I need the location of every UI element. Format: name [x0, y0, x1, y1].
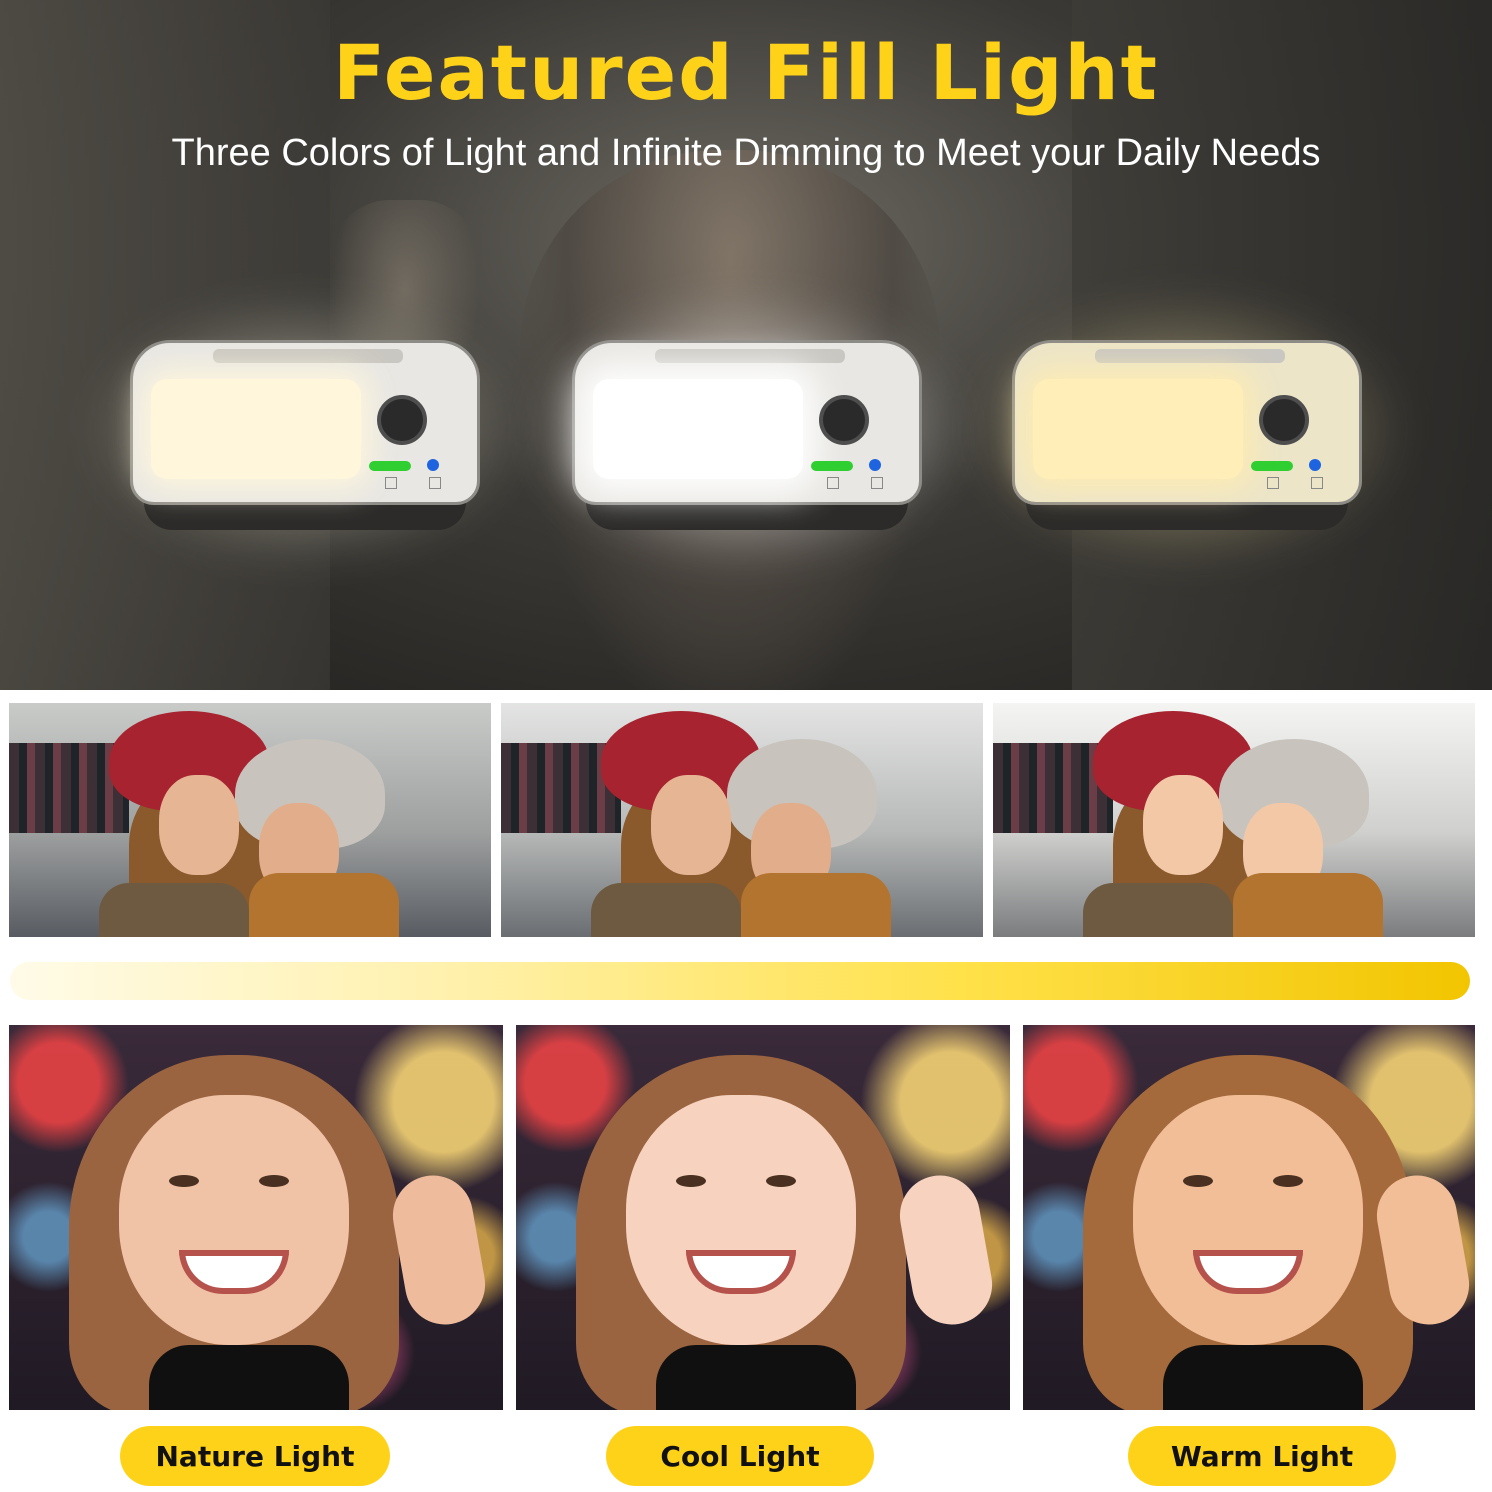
lamp-natural [80, 290, 530, 570]
lamp-power-button [1251, 461, 1293, 471]
photo-two-women-warm [993, 703, 1475, 937]
lamp-warm [962, 290, 1412, 570]
lamp-body [572, 340, 922, 505]
lamp-power-button [369, 461, 411, 471]
lamp-sensor-icon [819, 395, 869, 445]
label-warm-light: Warm Light [1128, 1426, 1396, 1486]
lamp-mode-b-icon [871, 477, 883, 489]
photo-two-women-natural [9, 703, 491, 937]
lamp-cool [522, 290, 972, 570]
label-nature-light: Nature Light [120, 1426, 390, 1486]
lamp-sensor-icon [1259, 395, 1309, 445]
page-subtitle: Three Colors of Light and Infinite Dimmi… [171, 132, 1321, 174]
light-temperature-gradient-bar [10, 962, 1470, 1000]
lamp-light-panel [151, 379, 361, 479]
photo-selfie-warm [1023, 1025, 1475, 1410]
lamp-mode-a-icon [827, 477, 839, 489]
lamp-mode-a-icon [385, 477, 397, 489]
hero-banner: Featured Fill Light Three Colors of Ligh… [0, 0, 1492, 690]
lamp-indicator-led [869, 459, 881, 471]
lamp-indicator-led [1309, 459, 1321, 471]
lamp-body [130, 340, 480, 505]
lamp-body [1012, 340, 1362, 505]
lamp-light-panel [593, 379, 803, 479]
label-cool-light: Cool Light [606, 1426, 874, 1486]
lamp-mode-b-icon [429, 477, 441, 489]
photo-selfie-nature [9, 1025, 503, 1410]
lamp-mode-b-icon [1311, 477, 1323, 489]
lamp-top-grill [213, 349, 403, 363]
lamp-power-button [811, 461, 853, 471]
lamp-top-grill [655, 349, 845, 363]
photo-two-women-cool [501, 703, 983, 937]
lamp-indicator-led [427, 459, 439, 471]
lamp-light-panel [1033, 379, 1243, 479]
lamp-top-grill [1095, 349, 1285, 363]
page-title: Featured Fill Light [333, 28, 1159, 117]
lamp-mode-a-icon [1267, 477, 1279, 489]
lamp-sensor-icon [377, 395, 427, 445]
photo-selfie-cool [516, 1025, 1010, 1410]
